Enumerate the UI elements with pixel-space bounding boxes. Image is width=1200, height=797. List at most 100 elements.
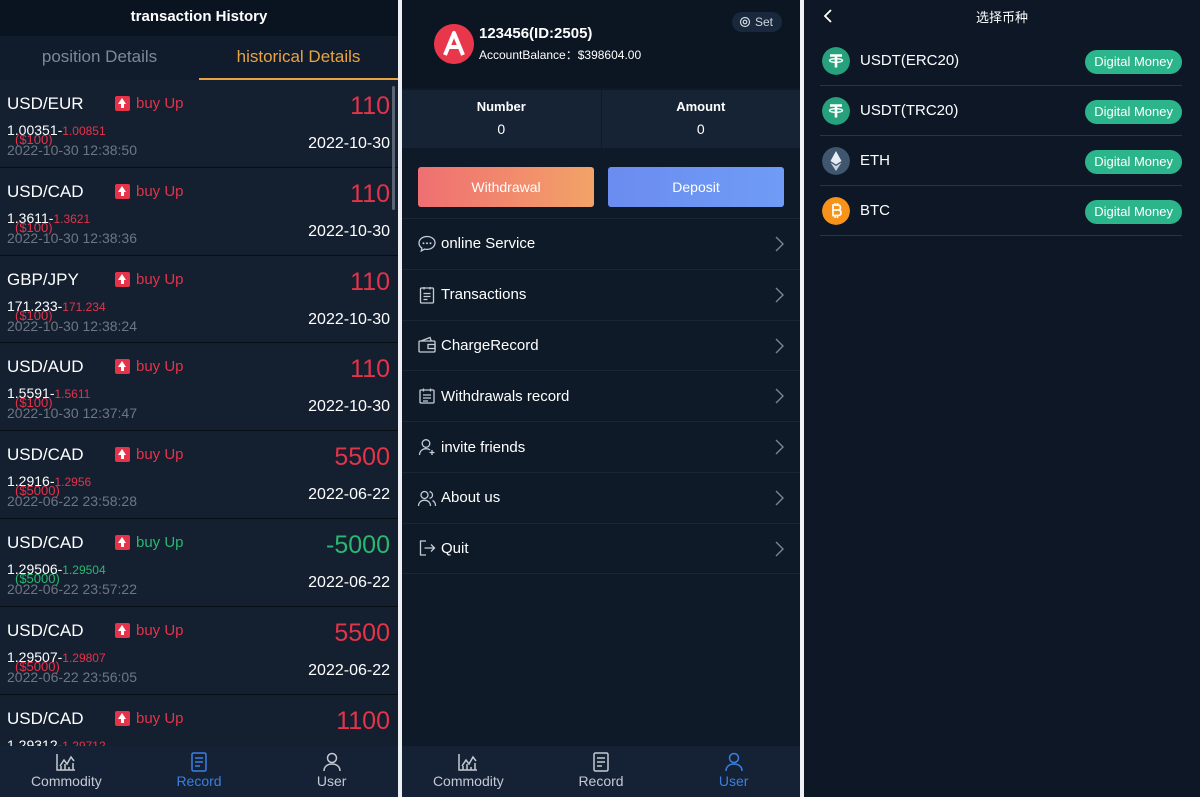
trade-direction: buy Up bbox=[115, 95, 184, 112]
coin-name: USDT(TRC20) bbox=[860, 102, 959, 119]
scrollbar[interactable] bbox=[392, 86, 395, 210]
trade-direction: buy Up bbox=[115, 622, 184, 639]
trade-timestamp: 2022-10-30 12:38:24 bbox=[7, 317, 137, 334]
trade-date: 2022-10-30 bbox=[308, 222, 390, 240]
page-title: transaction History bbox=[0, 0, 398, 36]
bottom-nav: Commodity Record User bbox=[402, 746, 800, 797]
menu-online-service-label: online Service bbox=[441, 235, 536, 253]
up-arrow-icon bbox=[115, 710, 130, 726]
profit-amount: 110 bbox=[350, 355, 390, 384]
trade-date: 2022-06-22 bbox=[308, 661, 390, 679]
digital-money-badge: Digital Money bbox=[1085, 50, 1182, 74]
deposit-button[interactable]: Deposit bbox=[608, 167, 784, 207]
stats-bar: Number 0 Amount 0 bbox=[402, 90, 800, 148]
nav-user[interactable]: User bbox=[667, 746, 800, 797]
back-arrow-icon[interactable] bbox=[822, 8, 834, 24]
transaction-row[interactable]: USD/CAD buy Up 110 1.3611-1.3621 ($100) 2022-… bbox=[0, 167, 398, 256]
profit-amount: 110 bbox=[350, 179, 390, 208]
nav-record-label: Record bbox=[578, 773, 624, 789]
close-price: 1.2956 bbox=[54, 475, 92, 490]
stat-number: Number 0 bbox=[402, 90, 601, 148]
currency-header: 选择币种 bbox=[804, 0, 1200, 36]
up-arrow-icon bbox=[115, 271, 130, 287]
tab-historical-details[interactable]: historical Details bbox=[199, 36, 398, 80]
username: 123456(ID:2505) bbox=[479, 25, 593, 42]
tab-position-details[interactable]: position Details bbox=[0, 36, 199, 80]
up-arrow-icon bbox=[115, 447, 130, 463]
logout-icon bbox=[419, 540, 436, 556]
coin-row-eth[interactable]: ETH Digital Money bbox=[820, 136, 1182, 186]
trade-date: 2022-10-30 bbox=[308, 398, 390, 416]
up-arrow-icon bbox=[115, 96, 130, 111]
profit-amount: 110 bbox=[350, 267, 390, 296]
coin-name: BTC bbox=[860, 202, 890, 219]
user-menu: online Service Transactions ChargeRecord… bbox=[402, 218, 800, 574]
menu-transactions[interactable]: Transactions bbox=[402, 268, 800, 320]
nav-record[interactable]: Record bbox=[133, 746, 266, 797]
currency-pair: USD/CAD bbox=[7, 532, 84, 552]
menu-online-service[interactable]: online Service bbox=[402, 218, 800, 269]
gear-icon bbox=[739, 16, 751, 28]
tether-icon bbox=[822, 46, 850, 75]
transaction-row[interactable]: USD/CAD buy Up 5500 1.29507-1.29807 ($5000) 2… bbox=[0, 606, 398, 695]
settings-button[interactable]: Set bbox=[731, 12, 782, 32]
nav-user-label: User bbox=[316, 773, 347, 789]
chevron-right-icon bbox=[775, 541, 784, 557]
close-price: 1.29712 bbox=[62, 738, 106, 746]
trade-timestamp: 2022-06-22 23:58:28 bbox=[7, 493, 137, 510]
trade-timestamp: 2022-06-22 23:57:22 bbox=[7, 580, 137, 597]
up-arrow-icon bbox=[115, 622, 130, 638]
open-price: 1.29312- bbox=[7, 736, 63, 746]
transaction-row[interactable]: USD/EUR buy Up 110 1.00351-1.00851 ($100) 202… bbox=[0, 80, 398, 168]
coin-row-usdt-trc20[interactable]: USDT(TRC20) Digital Money bbox=[820, 86, 1182, 136]
nav-record[interactable]: Record bbox=[535, 746, 668, 797]
currency-pair: USD/CAD bbox=[7, 620, 84, 640]
transaction-row[interactable]: USD/CAD buy Up -5000 1.29506-1.29504 ($5000)… bbox=[0, 518, 398, 607]
trade-direction-label: buy Up bbox=[136, 95, 184, 112]
trade-date: 2022-06-22 bbox=[308, 486, 390, 504]
withdrawal-button[interactable]: Withdrawal bbox=[418, 167, 594, 207]
chevron-right-icon bbox=[775, 439, 784, 455]
chevron-right-icon bbox=[775, 236, 784, 252]
currency-pair: USD/CAD bbox=[7, 708, 84, 728]
chat-icon bbox=[418, 235, 436, 253]
currency-pair: USD/CAD bbox=[7, 445, 84, 465]
transaction-row[interactable]: USD/CADbuy Up11001.29312-1.29712($1000) bbox=[0, 694, 398, 746]
currency-pair: USD/CAD bbox=[7, 181, 84, 201]
nav-commodity[interactable]: Commodity bbox=[0, 746, 133, 797]
transaction-row[interactable]: USD/AUD buy Up 110 1.5591-1.5611 ($100) 2022-… bbox=[0, 343, 398, 432]
chevron-right-icon bbox=[775, 287, 784, 303]
chevron-right-icon bbox=[775, 338, 784, 354]
transaction-row[interactable]: GBP/JPY buy Up 110 171.233-171.234 ($100) 202… bbox=[0, 255, 398, 344]
user-header: 123456(ID:2505) AccountBalance：$398604.0… bbox=[402, 0, 800, 88]
menu-invite-friends[interactable]: invite friends bbox=[402, 421, 800, 472]
menu-charge-record[interactable]: ChargeRecord bbox=[402, 319, 800, 371]
trade-direction-label: buy Up bbox=[136, 709, 184, 727]
menu-quit[interactable]: Quit bbox=[402, 522, 800, 574]
coin-row-btc[interactable]: BTC Digital Money bbox=[820, 186, 1182, 236]
stat-number-value: 0 bbox=[497, 121, 506, 137]
calendar-icon bbox=[419, 388, 435, 404]
user-icon bbox=[724, 752, 743, 772]
transaction-list[interactable]: USD/EUR buy Up 110 1.00351-1.00851 ($100) 202… bbox=[0, 80, 398, 746]
chart-icon bbox=[458, 754, 478, 771]
menu-withdrawals-record[interactable]: Withdrawals record bbox=[402, 370, 800, 421]
nav-commodity[interactable]: Commodity bbox=[402, 746, 535, 797]
chevron-right-icon bbox=[775, 490, 784, 506]
nav-commodity-label: Commodity bbox=[30, 773, 102, 789]
user-center-screen: 123456(ID:2505) AccountBalance：$398604.0… bbox=[402, 0, 800, 797]
nav-user[interactable]: User bbox=[265, 746, 398, 797]
trade-timestamp: 2022-10-30 12:37:47 bbox=[7, 405, 137, 422]
transaction-row[interactable]: USD/CAD buy Up 5500 1.2916-1.2956 ($5000) 202… bbox=[0, 431, 398, 519]
digital-money-badge: Digital Money bbox=[1085, 200, 1182, 224]
bitcoin-icon bbox=[822, 196, 850, 225]
trade-direction-label: buy Up bbox=[136, 182, 184, 200]
settings-label: Set bbox=[754, 15, 773, 29]
person-add-icon bbox=[418, 439, 435, 456]
coin-row-usdt-erc20[interactable]: USDT(ERC20) Digital Money bbox=[820, 36, 1182, 86]
profit-amount: -5000 bbox=[326, 530, 390, 559]
menu-about-us[interactable]: About us bbox=[402, 471, 800, 523]
trade-direction-label: buy Up bbox=[136, 621, 184, 639]
trade-direction: buy Up bbox=[115, 183, 184, 200]
trade-direction: buy Up bbox=[115, 710, 184, 727]
